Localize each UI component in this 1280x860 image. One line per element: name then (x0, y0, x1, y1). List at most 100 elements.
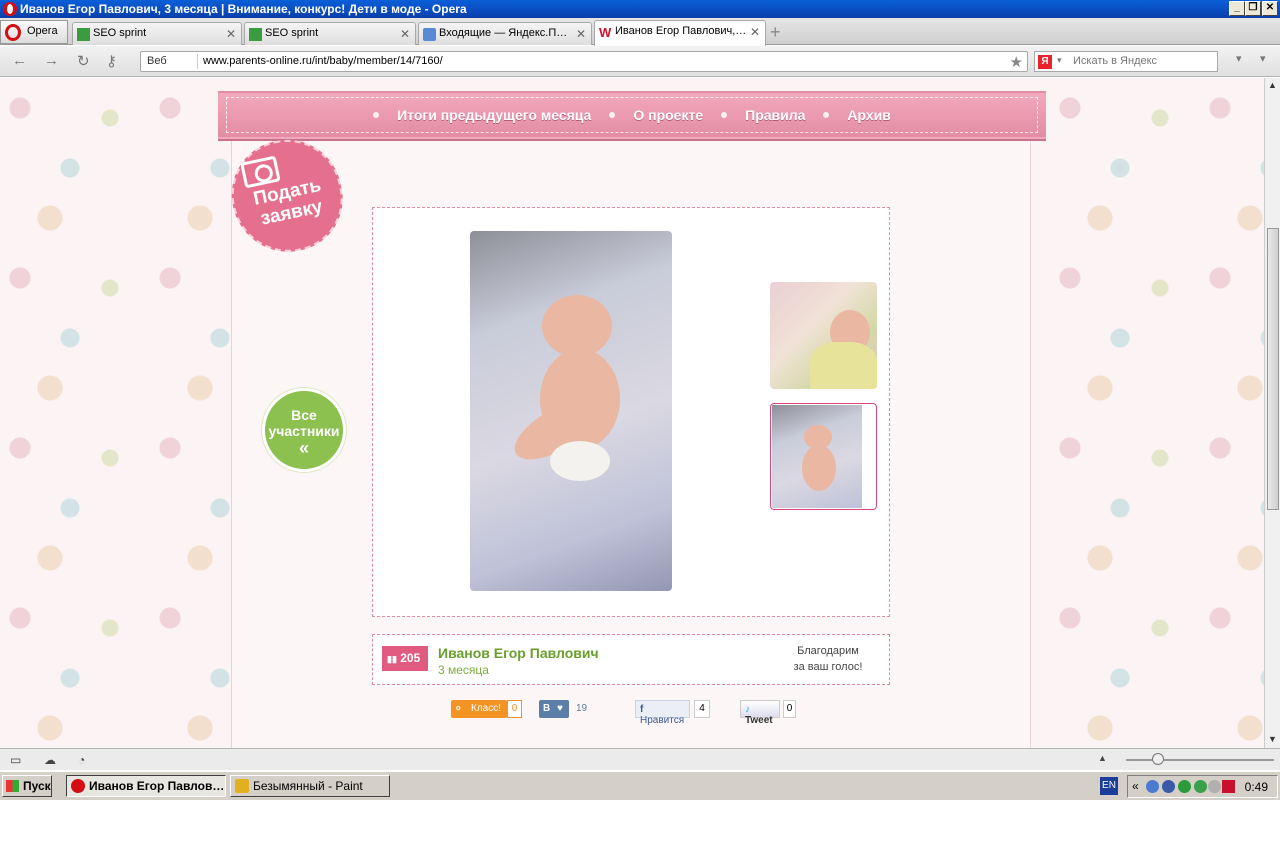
menu-item-about[interactable]: О проекте (633, 107, 703, 123)
chevron-down-icon[interactable]: ▾ (1260, 52, 1266, 65)
close-window-button[interactable]: ✕ (1262, 1, 1278, 16)
close-tab-icon[interactable]: ✕ (750, 25, 760, 39)
facebook-like-button[interactable]: f Нравится (635, 700, 690, 726)
chevron-down-icon[interactable]: ▾ (1057, 55, 1062, 66)
thanks-message: Благодарим за ваш голос! (778, 643, 878, 675)
vote-count: 205 (400, 651, 421, 665)
vote-count-badge[interactable]: ▮▮ 205 (382, 646, 428, 671)
system-tray: « 0:49 (1127, 775, 1278, 798)
web-security-label[interactable]: Веб (147, 55, 167, 67)
address-separator (197, 54, 198, 69)
yandex-icon[interactable]: Я (1038, 55, 1052, 69)
tray-expand-icon[interactable]: « (1132, 779, 1139, 793)
minimize-button[interactable]: _ (1229, 1, 1245, 16)
search-field[interactable]: Я ▾ Искать в Яндекс (1034, 51, 1218, 72)
zoom-slider[interactable] (1126, 753, 1274, 765)
heart-icon: ♥ (557, 703, 563, 714)
thumbnail-photo-2-selected[interactable] (770, 403, 877, 510)
menu-item-rules[interactable]: Правила (745, 107, 805, 123)
speed-dial-icon[interactable]: ◔ (78, 753, 85, 767)
antivirus-icon[interactable] (1194, 780, 1207, 793)
thumbnail-photo-1[interactable] (770, 282, 877, 389)
maximize-button[interactable]: ❐ (1245, 1, 1261, 16)
tab-yandex-mail[interactable]: Входящие — Яндекс.П… ✕ (418, 22, 592, 45)
thanks-line-2: за ваш голос! (793, 661, 863, 673)
tweet-button[interactable]: ♪ Tweet (740, 700, 780, 726)
browser-status-bar: ▭ ☁ ◔ ▲ (0, 748, 1280, 770)
photo-gallery (372, 207, 890, 617)
ok-label: Класс! (471, 703, 501, 714)
facebook-icon: f (640, 704, 644, 715)
windows-taskbar: Пуск Иванов Егор Павлов… Безымянный - Pa… (0, 770, 1280, 800)
utorrent-icon[interactable] (1178, 780, 1191, 793)
address-bar[interactable]: Веб www.parents-online.ru/int/baby/membe… (140, 51, 1028, 72)
back-icon[interactable]: ← (12, 52, 27, 69)
tab-seo-sprint-2[interactable]: SEO sprint ✕ (244, 22, 416, 45)
seosprint-icon (249, 28, 262, 41)
taskbar-paint-window[interactable]: Безымянный - Paint (230, 775, 390, 797)
tab-label: Иванов Егор Павлович,… (615, 25, 747, 37)
key-icon[interactable]: ⚷ (106, 52, 117, 70)
window-title-bar: Иванов Егор Павлович, 3 месяца | Внимани… (0, 0, 1280, 18)
task-label: Безымянный - Paint (253, 779, 363, 793)
reload-icon[interactable]: ↻ (77, 52, 90, 70)
scrollbar-thumb[interactable] (1267, 228, 1279, 510)
diaper (550, 441, 610, 481)
opera-menu-label: Opera (27, 25, 58, 37)
participant-name: Иванов Егор Павлович (438, 645, 599, 661)
tweet-count: 0 (783, 700, 796, 718)
zoom-slider-knob[interactable] (1152, 753, 1164, 765)
cloud-icon[interactable]: ☁ (44, 753, 56, 767)
menu-dot (373, 112, 380, 118)
close-tab-icon[interactable]: ✕ (400, 27, 410, 41)
forward-icon[interactable]: → (44, 52, 59, 69)
tweet-label: Tweet (745, 715, 773, 726)
opera-logo-icon (5, 24, 21, 41)
navigation-bar: ← → ↻ ⚷ Веб www.parents-online.ru/int/ba… (0, 46, 1280, 77)
double-chevron-left-icon: « (298, 438, 309, 458)
participant-age: 3 месяца (438, 663, 489, 677)
close-tab-icon[interactable]: ✕ (576, 27, 586, 41)
taskbar-opera-window[interactable]: Иванов Егор Павлов… (66, 775, 226, 797)
tab-seo-sprint-1[interactable]: SEO sprint ✕ (72, 22, 242, 45)
network-icon[interactable] (1146, 780, 1159, 793)
bookmark-star-icon[interactable]: ★ (1010, 53, 1023, 71)
baby-clothes (810, 342, 877, 389)
scroll-up-icon[interactable]: ▲ (1268, 80, 1277, 90)
paint-icon (235, 779, 249, 793)
ok-count: 0 (507, 700, 522, 718)
chevron-down-icon[interactable]: ▾ (1236, 52, 1242, 65)
new-tab-icon[interactable]: + (770, 22, 781, 43)
all-participants-button[interactable]: Все участники « (262, 388, 346, 472)
page-viewport: Итоги предыдущего месяца О проекте Прави… (0, 78, 1264, 748)
opera-menu-button[interactable]: Opera (0, 20, 68, 44)
monitor-icon[interactable] (1162, 780, 1175, 793)
view-up-icon[interactable]: ▲ (1098, 753, 1107, 763)
site-menu: Итоги предыдущего месяца О проекте Прави… (220, 93, 1044, 137)
thanks-line-1: Благодарим (797, 645, 859, 657)
tab-active-page[interactable]: W Иванов Егор Павлович,… ✕ (594, 20, 766, 46)
start-button[interactable]: Пуск (2, 775, 52, 797)
fb-label: Нравится (640, 715, 685, 726)
menu-item-previous-results[interactable]: Итоги предыдущего месяца (397, 107, 591, 123)
task-label: Иванов Егор Павлов… (89, 779, 225, 793)
panel-toggle-icon[interactable]: ▭ (10, 753, 21, 767)
url-text[interactable]: www.parents-online.ru/int/baby/member/14… (203, 55, 443, 67)
language-indicator[interactable]: EN (1100, 777, 1118, 795)
scroll-down-icon[interactable]: ▼ (1268, 734, 1277, 744)
odnoklassniki-button[interactable]: ℴ Класс! (451, 700, 507, 718)
main-photo[interactable] (470, 231, 672, 591)
odnoklassniki-icon: ℴ (456, 702, 461, 713)
menu-item-archive[interactable]: Архив (847, 107, 890, 123)
speaker-icon[interactable] (1208, 780, 1221, 793)
tab-bar: Opera SEO sprint ✕ SEO sprint ✕ Входящие… (0, 18, 1280, 46)
tab-label: SEO sprint (265, 27, 319, 39)
vk-label: В (543, 703, 551, 714)
opera-logo-icon (71, 779, 85, 793)
vk-like-button[interactable]: В ♥ (539, 700, 569, 718)
vertical-scrollbar[interactable]: ▲ ▼ (1264, 78, 1280, 748)
windows-logo-icon (6, 780, 19, 792)
participant-info: ▮▮ 205 Иванов Егор Павлович 3 месяца Бла… (372, 634, 890, 685)
kaspersky-icon[interactable] (1222, 780, 1235, 793)
close-tab-icon[interactable]: ✕ (226, 27, 236, 41)
